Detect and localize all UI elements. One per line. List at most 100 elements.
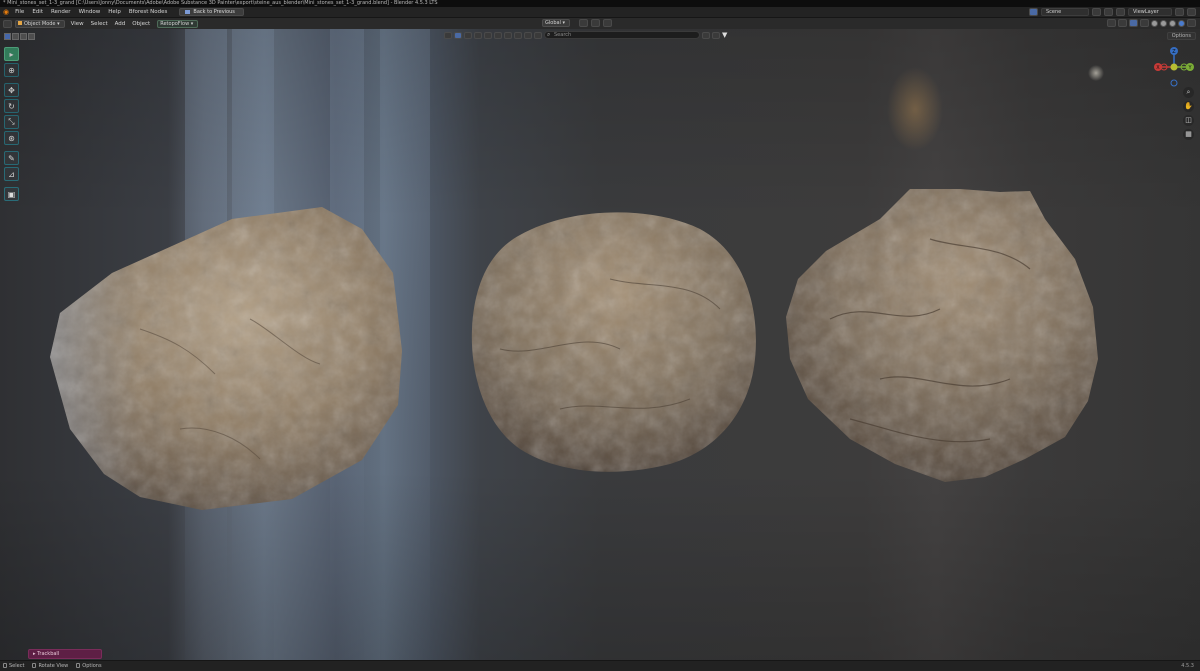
view-layer-icon[interactable] — [1116, 8, 1125, 16]
viewport-menu-object[interactable]: Object — [132, 21, 150, 27]
menu-edit[interactable]: Edit — [32, 9, 43, 15]
rotate-icon[interactable]: ↻ — [4, 99, 19, 113]
gizmo-z-label: Z — [1172, 49, 1176, 55]
stone-1[interactable] — [50, 207, 402, 510]
viewport-menu-add[interactable]: Add — [115, 21, 126, 27]
wireframe-shading-icon[interactable] — [1151, 19, 1158, 27]
viewport-menu-view[interactable]: View — [71, 21, 84, 27]
viewport-menu-select[interactable]: Select — [91, 21, 108, 27]
top-menu-bar: ◉ File Edit Render Window Help Bforest N… — [0, 7, 1200, 18]
visibility-icon[interactable] — [1107, 19, 1116, 27]
stone-3[interactable] — [786, 189, 1098, 482]
outliner-filter-bar: Search ▼ — [444, 31, 727, 39]
menu-render[interactable]: Render — [51, 9, 71, 15]
menu-file[interactable]: File — [15, 9, 24, 15]
stones-scene — [50, 189, 1098, 510]
mesh-filter-icon[interactable] — [464, 31, 472, 39]
move-icon[interactable]: ✥ — [4, 83, 19, 97]
status-select-label: Select — [9, 663, 25, 669]
gizmo-neg-z-handle[interactable] — [1170, 79, 1178, 87]
annotate-icon[interactable]: ✎ — [4, 151, 19, 165]
zoom-icon[interactable]: ⌕ — [1183, 87, 1194, 98]
scene-icon[interactable] — [1029, 8, 1038, 16]
editor-type-icon[interactable] — [3, 19, 12, 28]
last-operator-panel[interactable]: Trackball — [28, 649, 102, 659]
collection-filter-icon[interactable] — [524, 31, 532, 39]
menu-window[interactable]: Window — [79, 9, 101, 15]
shading-options-icon[interactable] — [1187, 19, 1196, 27]
menu-help[interactable]: Help — [108, 9, 121, 15]
pivot-icon[interactable] — [579, 19, 589, 27]
mode-label: Object Mode — [24, 20, 56, 27]
mode-dropdown[interactable]: Object Mode ▾ — [15, 19, 65, 28]
bookmark-icon[interactable] — [702, 31, 710, 39]
camera-icon[interactable]: ◫ — [1183, 115, 1194, 126]
retopoflow-dropdown[interactable]: RetopoFlow ▾ — [157, 19, 199, 28]
status-rotate-view: Rotate View — [32, 663, 68, 669]
navigation-buttons: ⌕ ✋ ◫ ▦ — [1183, 87, 1194, 140]
new-scene-icon[interactable] — [1092, 8, 1101, 16]
curve-filter-icon[interactable] — [504, 31, 512, 39]
mouse-middle-icon — [32, 663, 37, 668]
select-extend-icon[interactable] — [12, 33, 19, 40]
mouse-left-icon — [3, 663, 7, 668]
gizmo-x-label: X — [1156, 65, 1160, 71]
delete-view-layer-icon[interactable] — [1187, 8, 1196, 16]
grid-icon[interactable]: ▦ — [1183, 129, 1194, 140]
gizmo-center[interactable] — [1170, 63, 1178, 71]
object-filter-icon[interactable] — [454, 31, 462, 39]
viewport-header-right — [1107, 19, 1196, 27]
rendered-shading-icon[interactable] — [1178, 19, 1185, 27]
retopoflow-label: RetopoFlow — [160, 20, 190, 27]
overlay-toggle-icon[interactable] — [1129, 19, 1138, 27]
material-shading-icon[interactable] — [1169, 19, 1176, 27]
transform-icon[interactable]: ⊛ — [4, 131, 19, 145]
scale-icon[interactable]: ⤡ — [4, 115, 19, 129]
other-filter-icon[interactable] — [514, 31, 522, 39]
transform-orientation-dropdown[interactable]: Global ▾ — [542, 19, 571, 27]
gizmo-toggle-icon[interactable] — [1118, 19, 1127, 27]
funnel-icon[interactable]: ▼ — [722, 31, 727, 39]
select-new-icon[interactable] — [4, 33, 11, 40]
status-options: Options — [76, 663, 102, 669]
version-label: 4.5.3 — [1181, 663, 1194, 669]
object-mode-icon — [18, 21, 22, 25]
scene-selector[interactable]: Scene — [1041, 8, 1089, 16]
pan-hand-icon[interactable]: ✋ — [1183, 101, 1194, 112]
navigation-gizmo[interactable]: Z Y X — [1150, 43, 1198, 91]
delete-scene-icon[interactable] — [1104, 8, 1113, 16]
topbar-right-group: Scene ViewLayer — [1029, 8, 1196, 16]
xray-toggle-icon[interactable] — [1140, 19, 1149, 27]
filter-icon[interactable] — [444, 31, 452, 39]
menu-bforest-nodes[interactable]: Bforest Nodes — [129, 9, 168, 15]
new-view-layer-icon[interactable] — [1175, 8, 1184, 16]
empty-filter-icon[interactable] — [494, 31, 502, 39]
sort-icon[interactable] — [712, 31, 720, 39]
back-to-previous-button[interactable]: Back to Previous — [179, 8, 244, 16]
3d-viewport[interactable]: ▸ ⊕ ✥ ↻ ⤡ ⊛ ✎ ⊿ ▣ Options Z Y X ⌕ ✋ ◫ ▦ — [0, 29, 1200, 660]
camera-filter-icon[interactable] — [484, 31, 492, 39]
cursor-icon[interactable]: ⊕ — [4, 63, 19, 77]
solid-shading-icon[interactable] — [1160, 19, 1167, 27]
visibility-filter-icon[interactable] — [534, 31, 542, 39]
mouse-right-icon — [76, 663, 81, 668]
viewport-options-button[interactable]: Options — [1166, 32, 1196, 40]
measure-icon[interactable]: ⊿ — [4, 167, 19, 181]
stone-2[interactable] — [471, 212, 756, 472]
orientation-label: Global — [545, 20, 561, 26]
window-title: * Mini_stones_set_1-3_grand [C:\Users\Jo… — [0, 0, 1200, 7]
select-box-icon[interactable]: ▸ — [4, 47, 19, 61]
proportional-edit-icon[interactable] — [603, 19, 613, 27]
light-filter-icon[interactable] — [474, 31, 482, 39]
status-rotate-label: Rotate View — [38, 663, 69, 669]
select-intersect-icon[interactable] — [28, 33, 35, 40]
blender-logo-icon[interactable]: ◉ — [3, 8, 9, 16]
status-select: Select — [3, 663, 24, 669]
search-input[interactable]: Search — [544, 31, 700, 39]
select-subtract-icon[interactable] — [20, 33, 27, 40]
add-cube-icon[interactable]: ▣ — [4, 187, 19, 201]
view-layer-selector[interactable]: ViewLayer — [1128, 8, 1172, 16]
viewport-header-center: Global ▾ — [542, 19, 613, 27]
viewport-header: Object Mode ▾ View Select Add Object Ret… — [0, 18, 1200, 29]
snap-icon[interactable] — [591, 19, 601, 27]
